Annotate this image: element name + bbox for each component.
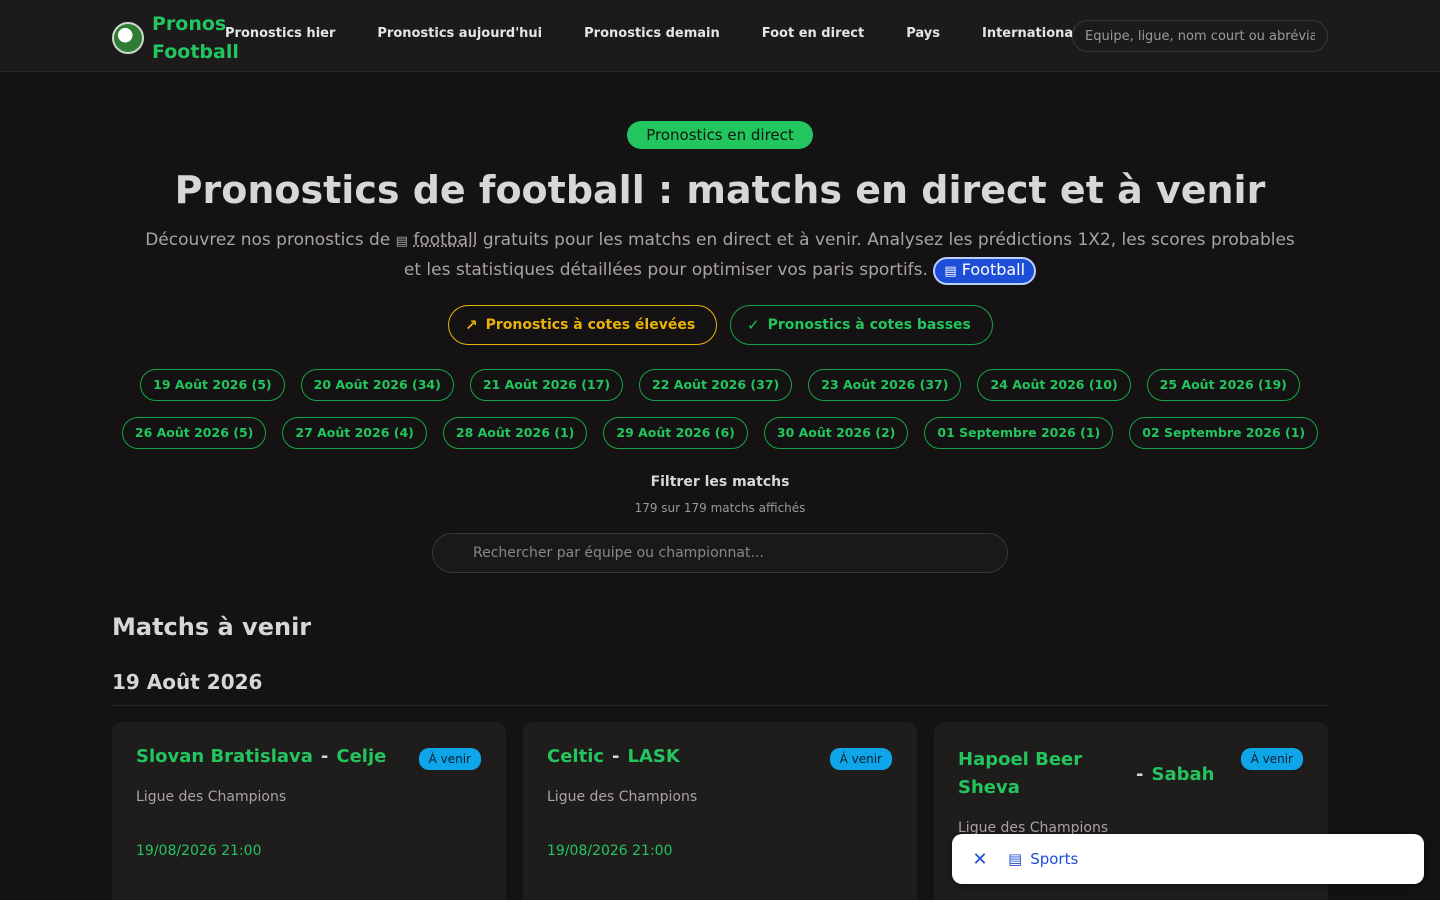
odds-filters: ↗ Pronostics à cotes élevées ✓ Pronostic… bbox=[448, 305, 993, 345]
date-pill[interactable]: 19 Août 2026 (5) bbox=[140, 369, 285, 401]
status-badge: À venir bbox=[418, 748, 481, 770]
desc-after: gratuits pour les matchs en direct et à … bbox=[403, 230, 1295, 280]
team-separator: - bbox=[612, 746, 620, 767]
date-filter-row-2: 26 Août 2026 (5) 27 Août 2026 (4) 28 Aoû… bbox=[120, 417, 1320, 449]
hero-description: Découvrez nos pronostics de ▤ football g… bbox=[140, 226, 1300, 285]
main-nav: Pronostics hier Pronostics aujourd'hui P… bbox=[225, 26, 1136, 41]
date-pill[interactable]: 20 Août 2026 (34) bbox=[300, 369, 454, 401]
league-name: Ligue des Champions bbox=[547, 789, 698, 805]
document-icon: ▤ bbox=[395, 234, 408, 249]
sports-toast: ✕ ▤ Sports bbox=[952, 834, 1424, 884]
document-icon: ▤ bbox=[944, 264, 957, 279]
header-search-input[interactable] bbox=[1072, 20, 1328, 52]
check-circle-icon: ✓ bbox=[747, 316, 760, 334]
match-datetime: 19/08/2026 21:00 bbox=[136, 843, 262, 859]
toast-label: Sports bbox=[1030, 850, 1079, 868]
nav-link-demain[interactable]: Pronostics demain bbox=[584, 26, 720, 41]
high-odds-label: Pronostics à cotes élevées bbox=[485, 317, 696, 333]
high-odds-button[interactable]: ↗ Pronostics à cotes élevées bbox=[448, 305, 717, 345]
date-pill[interactable]: 01 Septembre 2026 (1) bbox=[924, 417, 1114, 449]
page-title: Pronostics de football : matchs en direc… bbox=[174, 168, 1266, 212]
date-filter-row-1: 19 Août 2026 (5) 20 Août 2026 (34) 21 Ao… bbox=[120, 369, 1320, 401]
date-pill[interactable]: 29 Août 2026 (6) bbox=[603, 417, 748, 449]
date-pill[interactable]: 22 Août 2026 (37) bbox=[639, 369, 793, 401]
soccer-ball-icon bbox=[112, 22, 144, 54]
football-chip[interactable]: ▤ Football bbox=[933, 257, 1037, 285]
home-team[interactable]: Celtic bbox=[547, 746, 604, 767]
document-icon: ▤ bbox=[1008, 850, 1023, 868]
date-pill[interactable]: 28 Août 2026 (1) bbox=[442, 417, 588, 449]
nav-link-aujourdhui[interactable]: Pronostics aujourd'hui bbox=[377, 26, 542, 41]
league-name: Ligue des Champions bbox=[136, 789, 287, 805]
status-badge: À venir bbox=[1240, 748, 1303, 770]
home-team[interactable]: Slovan Bratislava bbox=[136, 746, 313, 767]
divider bbox=[112, 705, 1328, 706]
date-pill[interactable]: 02 Septembre 2026 (1) bbox=[1129, 417, 1319, 449]
match-search-input[interactable] bbox=[432, 533, 1008, 573]
close-icon[interactable]: ✕ bbox=[968, 849, 992, 870]
desc-before: Découvrez nos pronostics de bbox=[145, 230, 391, 250]
date-pill[interactable]: 27 Août 2026 (4) bbox=[282, 417, 427, 449]
match-card[interactable]: Slovan Bratislava - Celje À venir Ligue … bbox=[112, 722, 506, 900]
home-team[interactable]: Hapoel Beer Sheva bbox=[958, 746, 1128, 802]
toast-link[interactable]: ▤ Sports bbox=[1008, 850, 1078, 868]
nav-link-hier[interactable]: Pronostics hier bbox=[225, 26, 335, 41]
filter-title: Filtrer les matchs bbox=[650, 474, 790, 490]
low-odds-label: Pronostics à cotes basses bbox=[767, 317, 971, 333]
keyword-link-football[interactable]: football bbox=[413, 230, 477, 250]
away-team[interactable]: LASK bbox=[628, 746, 680, 767]
section-title: Matchs à venir bbox=[112, 613, 312, 641]
nav-link-pays[interactable]: Pays bbox=[906, 26, 940, 41]
match-card[interactable]: Celtic - LASK À venir Ligue des Champion… bbox=[523, 722, 917, 900]
football-chip-label: Football bbox=[961, 260, 1026, 279]
site-header: Pronos Football Pronostics hier Pronosti… bbox=[0, 0, 1440, 72]
match-teams: Celtic - LASK bbox=[547, 746, 817, 767]
team-separator: - bbox=[320, 746, 329, 767]
match-teams: Slovan Bratislava - Celje bbox=[136, 746, 406, 767]
date-pill[interactable]: 21 Août 2026 (17) bbox=[469, 369, 624, 401]
status-badge: À venir bbox=[829, 748, 892, 770]
date-pill[interactable]: 24 Août 2026 (10) bbox=[977, 369, 1131, 401]
low-odds-button[interactable]: ✓ Pronostics à cotes basses bbox=[730, 305, 993, 345]
trending-up-icon: ↗ bbox=[465, 316, 478, 334]
date-pill[interactable]: 25 Août 2026 (19) bbox=[1146, 369, 1300, 401]
logo-line-2: Football bbox=[152, 41, 239, 63]
away-team[interactable]: Celje bbox=[336, 746, 386, 767]
match-datetime: 19/08/2026 21:00 bbox=[547, 843, 673, 859]
live-badge[interactable]: Pronostics en direct bbox=[627, 121, 813, 149]
date-pill[interactable]: 30 Août 2026 (2) bbox=[763, 417, 909, 449]
away-team[interactable]: Sabah bbox=[1151, 764, 1214, 785]
team-separator: - bbox=[1136, 763, 1144, 785]
day-title: 19 Août 2026 bbox=[112, 670, 263, 694]
date-pill[interactable]: 26 Août 2026 (5) bbox=[121, 417, 267, 449]
match-count: 179 sur 179 matchs affichés bbox=[634, 501, 806, 515]
date-pill[interactable]: 23 Août 2026 (37) bbox=[808, 369, 962, 401]
match-teams: Hapoel Beer Sheva - Sabah bbox=[958, 746, 1228, 802]
nav-link-direct[interactable]: Foot en direct bbox=[762, 26, 864, 41]
